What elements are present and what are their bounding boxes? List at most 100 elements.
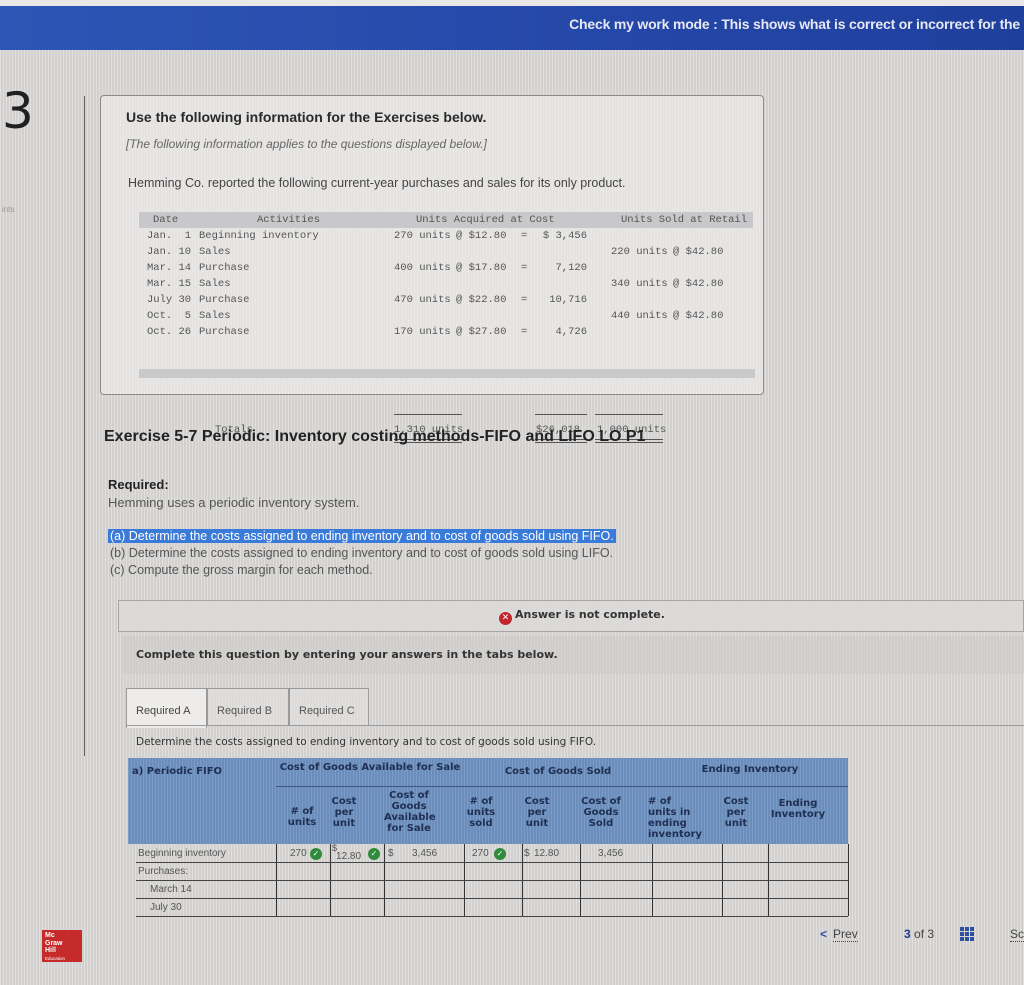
header-activities: Activities bbox=[257, 214, 321, 226]
row-acq-total: 7,120 bbox=[555, 262, 587, 274]
row-equals: = bbox=[521, 326, 528, 338]
input-avail-units[interactable]: 270 ✓ bbox=[278, 848, 322, 862]
horizontal-scrollbar[interactable] bbox=[139, 369, 755, 378]
input-end-units[interactable] bbox=[654, 884, 714, 898]
page-total: 3 bbox=[927, 927, 935, 941]
input-avail-units[interactable] bbox=[278, 884, 318, 898]
input-end-cost[interactable] bbox=[724, 848, 764, 862]
row-equals: = bbox=[521, 294, 528, 306]
input-end-total[interactable] bbox=[770, 902, 840, 916]
row-acq-units: 170 units bbox=[394, 326, 451, 338]
complete-instruction: Complete this question by entering your … bbox=[136, 648, 558, 661]
info-box: Use the following information for the Ex… bbox=[100, 95, 764, 443]
tab-required-a[interactable]: Required A bbox=[126, 688, 207, 728]
row-label: March 14 bbox=[150, 884, 192, 895]
correct-check-icon: ✓ bbox=[368, 848, 380, 860]
input-end-units[interactable] bbox=[654, 866, 714, 880]
tab-required-b[interactable]: Required B bbox=[207, 688, 289, 726]
row-activity: Sales bbox=[199, 310, 231, 322]
input-avail-cost[interactable]: $12.80 ✓ bbox=[332, 843, 380, 862]
input-avail-total[interactable] bbox=[386, 866, 446, 880]
input-sold-cost[interactable] bbox=[524, 884, 574, 898]
next-button-partial[interactable]: Sc bbox=[1010, 927, 1024, 942]
input-end-total[interactable] bbox=[770, 866, 840, 880]
input-sold-cost[interactable] bbox=[524, 866, 574, 880]
prev-button[interactable]: < Prev bbox=[820, 927, 858, 942]
tab-required-c[interactable]: Required C bbox=[289, 688, 369, 726]
input-avail-total[interactable] bbox=[386, 884, 446, 898]
cell-value: 270 bbox=[290, 848, 307, 859]
row-sold-units: 340 units bbox=[611, 278, 668, 290]
input-avail-units[interactable] bbox=[278, 902, 318, 916]
input-end-total[interactable] bbox=[770, 848, 840, 862]
points-label: ints bbox=[2, 205, 15, 214]
logo-line: Mc bbox=[45, 932, 55, 939]
header-divider bbox=[276, 786, 848, 787]
input-sold-units[interactable] bbox=[466, 866, 506, 880]
top-banner: Check my work mode : This shows what is … bbox=[0, 0, 1024, 50]
row-label: Beginning inventory bbox=[138, 848, 226, 859]
instruction-bar: Complete this question by entering your … bbox=[122, 636, 1024, 674]
logo-line: Hill bbox=[45, 947, 56, 954]
col-sold-total: Cost of Goods Sold bbox=[581, 796, 621, 829]
cell-value: 3,456 bbox=[598, 848, 624, 859]
tab-instruction: Determine the costs assigned to ending i… bbox=[136, 736, 597, 748]
row-activity: Beginning inventory bbox=[199, 230, 319, 242]
input-sold-total[interactable] bbox=[582, 866, 632, 880]
input-sold-cost[interactable]: $12.80 bbox=[524, 848, 574, 862]
input-end-cost[interactable] bbox=[724, 902, 764, 916]
input-avail-cost[interactable] bbox=[332, 902, 372, 916]
input-end-units[interactable] bbox=[654, 848, 714, 862]
row-acq-total: 10,716 bbox=[549, 294, 587, 306]
row-acq-cost: @ $12.80 bbox=[456, 230, 507, 242]
input-end-total[interactable] bbox=[770, 884, 840, 898]
row-date: Jan. 1 bbox=[147, 230, 192, 242]
input-sold-units[interactable] bbox=[466, 902, 506, 916]
input-avail-cost[interactable] bbox=[332, 884, 372, 898]
col-end-cost: Cost per unit bbox=[723, 796, 749, 829]
answer-status-text: Answer is not complete. bbox=[515, 608, 665, 621]
part-b-text: (b) Determine the costs assigned to endi… bbox=[110, 546, 614, 560]
group-cogs: Cost of Goods Sold bbox=[504, 766, 612, 777]
logo-line: Education bbox=[45, 955, 66, 961]
grid-row-line bbox=[136, 880, 848, 881]
error-x-icon: ✕ bbox=[499, 612, 512, 625]
input-end-cost[interactable] bbox=[724, 884, 764, 898]
currency-symbol: $ bbox=[524, 848, 530, 859]
input-sold-total[interactable] bbox=[582, 884, 632, 898]
input-sold-cost[interactable] bbox=[524, 902, 574, 916]
current-page: 3 bbox=[904, 927, 911, 941]
part-a-text: (a) Determine the costs assigned to endi… bbox=[108, 529, 616, 543]
input-sold-units[interactable]: 270 ✓ bbox=[466, 848, 506, 862]
row-acq-cost: @ $17.80 bbox=[456, 262, 507, 274]
row-date: Mar. 15 bbox=[147, 278, 192, 290]
input-end-units[interactable] bbox=[654, 902, 714, 916]
input-avail-units[interactable] bbox=[278, 866, 318, 880]
row-sold-units: 440 units bbox=[611, 310, 668, 322]
check-my-work-mode-text: Check my work mode : This shows what is … bbox=[569, 16, 1020, 32]
input-avail-cost[interactable] bbox=[332, 866, 372, 880]
info-description: Hemming Co. reported the following curre… bbox=[128, 176, 626, 190]
col-end-total: Ending Inventory bbox=[770, 798, 826, 820]
underline bbox=[595, 414, 663, 415]
row-sold-units: 220 units bbox=[611, 246, 668, 258]
question-grid-icon[interactable] bbox=[960, 927, 974, 941]
page-of: of bbox=[914, 927, 925, 941]
currency-symbol: $ bbox=[388, 848, 394, 859]
input-avail-total[interactable] bbox=[386, 902, 446, 916]
row-sold-price: @ $42.80 bbox=[673, 278, 724, 290]
row-date: Jan. 10 bbox=[147, 246, 192, 258]
input-avail-total[interactable]: $3,456 bbox=[386, 848, 446, 862]
row-activity: Purchase bbox=[199, 326, 250, 338]
header-date: Date bbox=[153, 214, 179, 226]
input-sold-total[interactable]: 3,456 bbox=[582, 848, 632, 862]
row-equals: = bbox=[521, 230, 528, 242]
input-end-cost[interactable] bbox=[724, 866, 764, 880]
row-equals: = bbox=[521, 262, 528, 274]
row-sold-price: @ $42.80 bbox=[673, 246, 724, 258]
input-sold-total[interactable] bbox=[582, 902, 632, 916]
row-acq-units: 270 units bbox=[394, 230, 451, 242]
row-acq-units: 470 units bbox=[394, 294, 451, 306]
row-acq-total: $ 3,456 bbox=[542, 230, 587, 242]
input-sold-units[interactable] bbox=[466, 884, 506, 898]
